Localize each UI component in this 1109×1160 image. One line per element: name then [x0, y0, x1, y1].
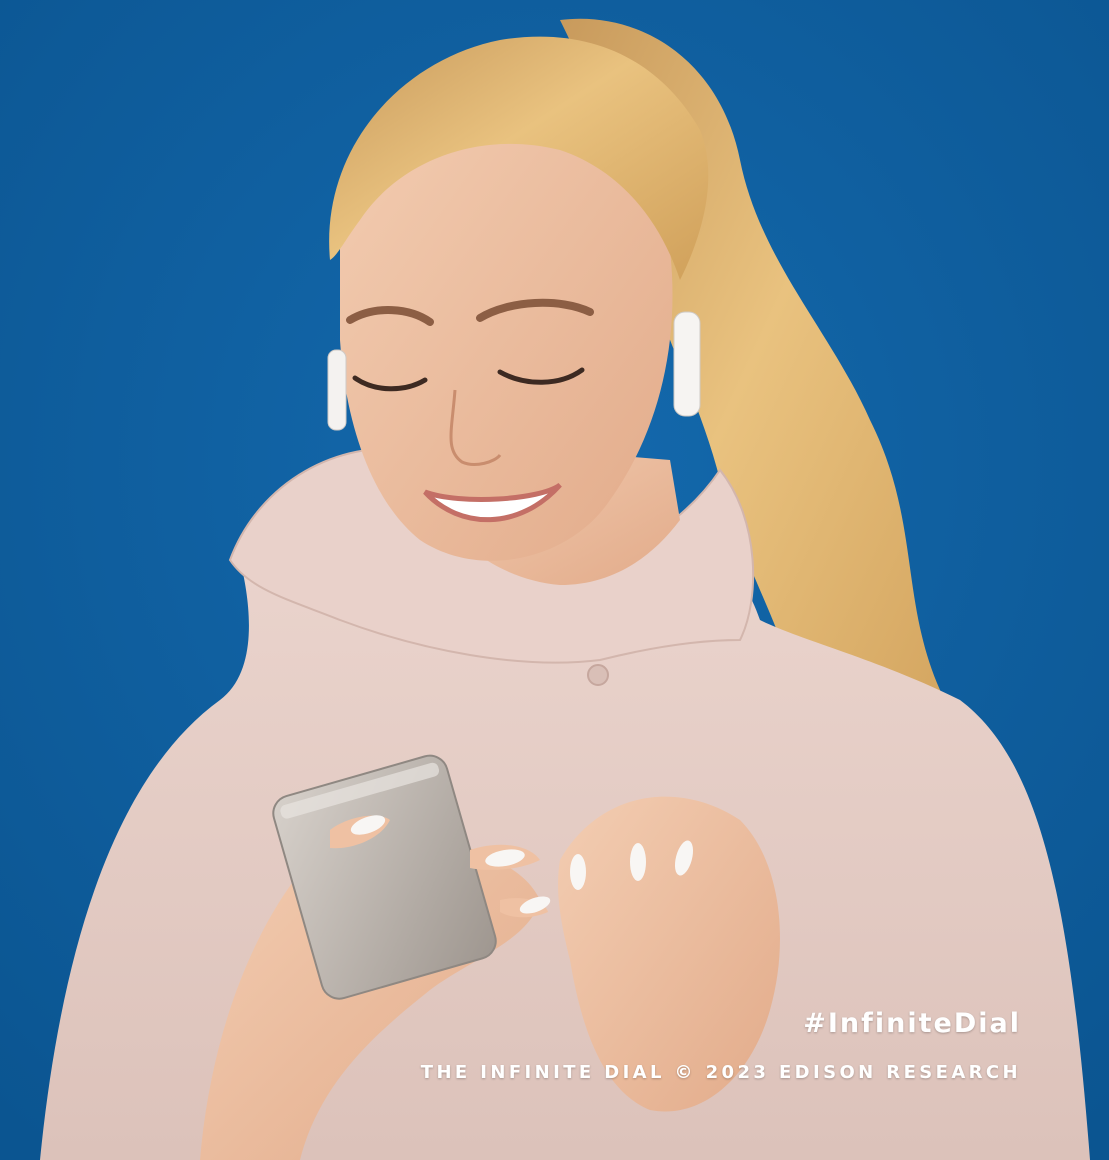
right-earbud	[673, 311, 701, 417]
left-earbud	[327, 349, 347, 431]
infinite-dial-cover: #InfiniteDial THE INFINITE DIAL © 2023 E…	[0, 0, 1109, 1160]
copyright-line: THE INFINITE DIAL © 2023 EDISON RESEARCH	[420, 1062, 1021, 1083]
woman-with-phone-photo	[0, 0, 1109, 1160]
coat-button	[587, 664, 609, 686]
hashtag-label: #InfiniteDial	[803, 1008, 1021, 1039]
